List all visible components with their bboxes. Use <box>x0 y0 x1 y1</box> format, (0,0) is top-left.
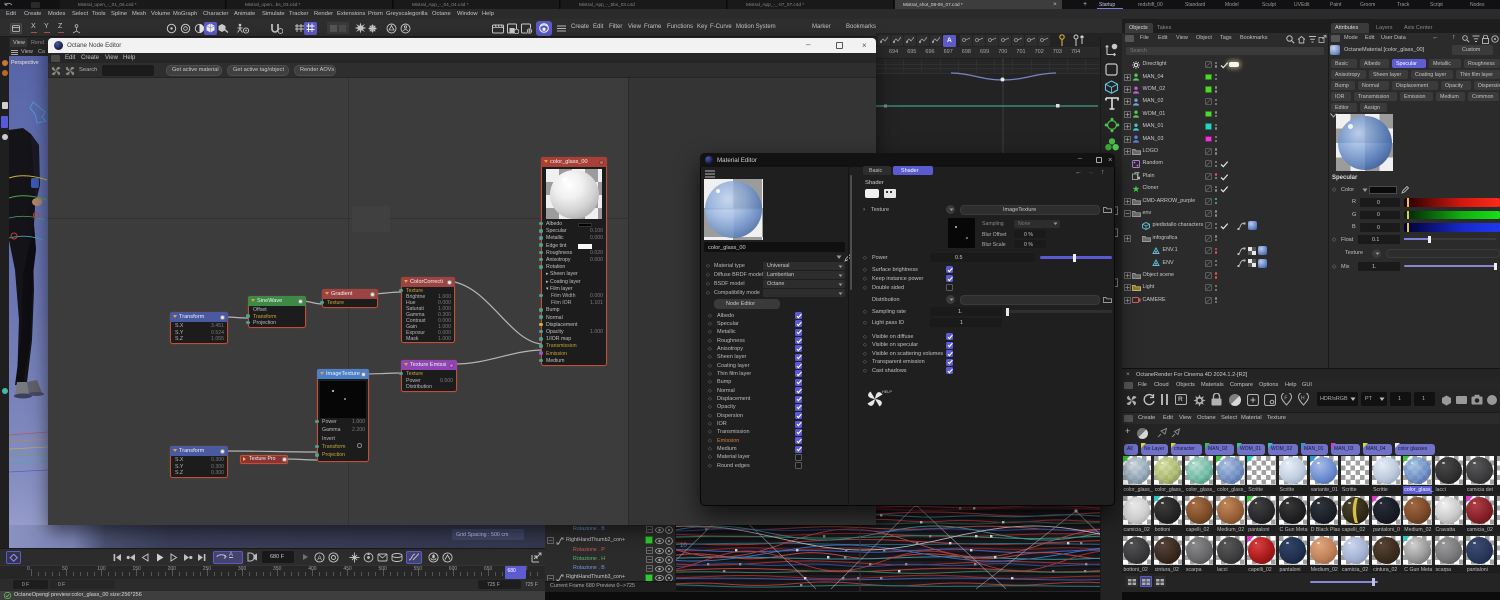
svg-text:A: A <box>317 555 322 562</box>
svg-text:10: 10 <box>680 543 687 549</box>
svg-text:F: F <box>1284 395 1287 401</box>
svg-text:H: H <box>1301 395 1305 401</box>
